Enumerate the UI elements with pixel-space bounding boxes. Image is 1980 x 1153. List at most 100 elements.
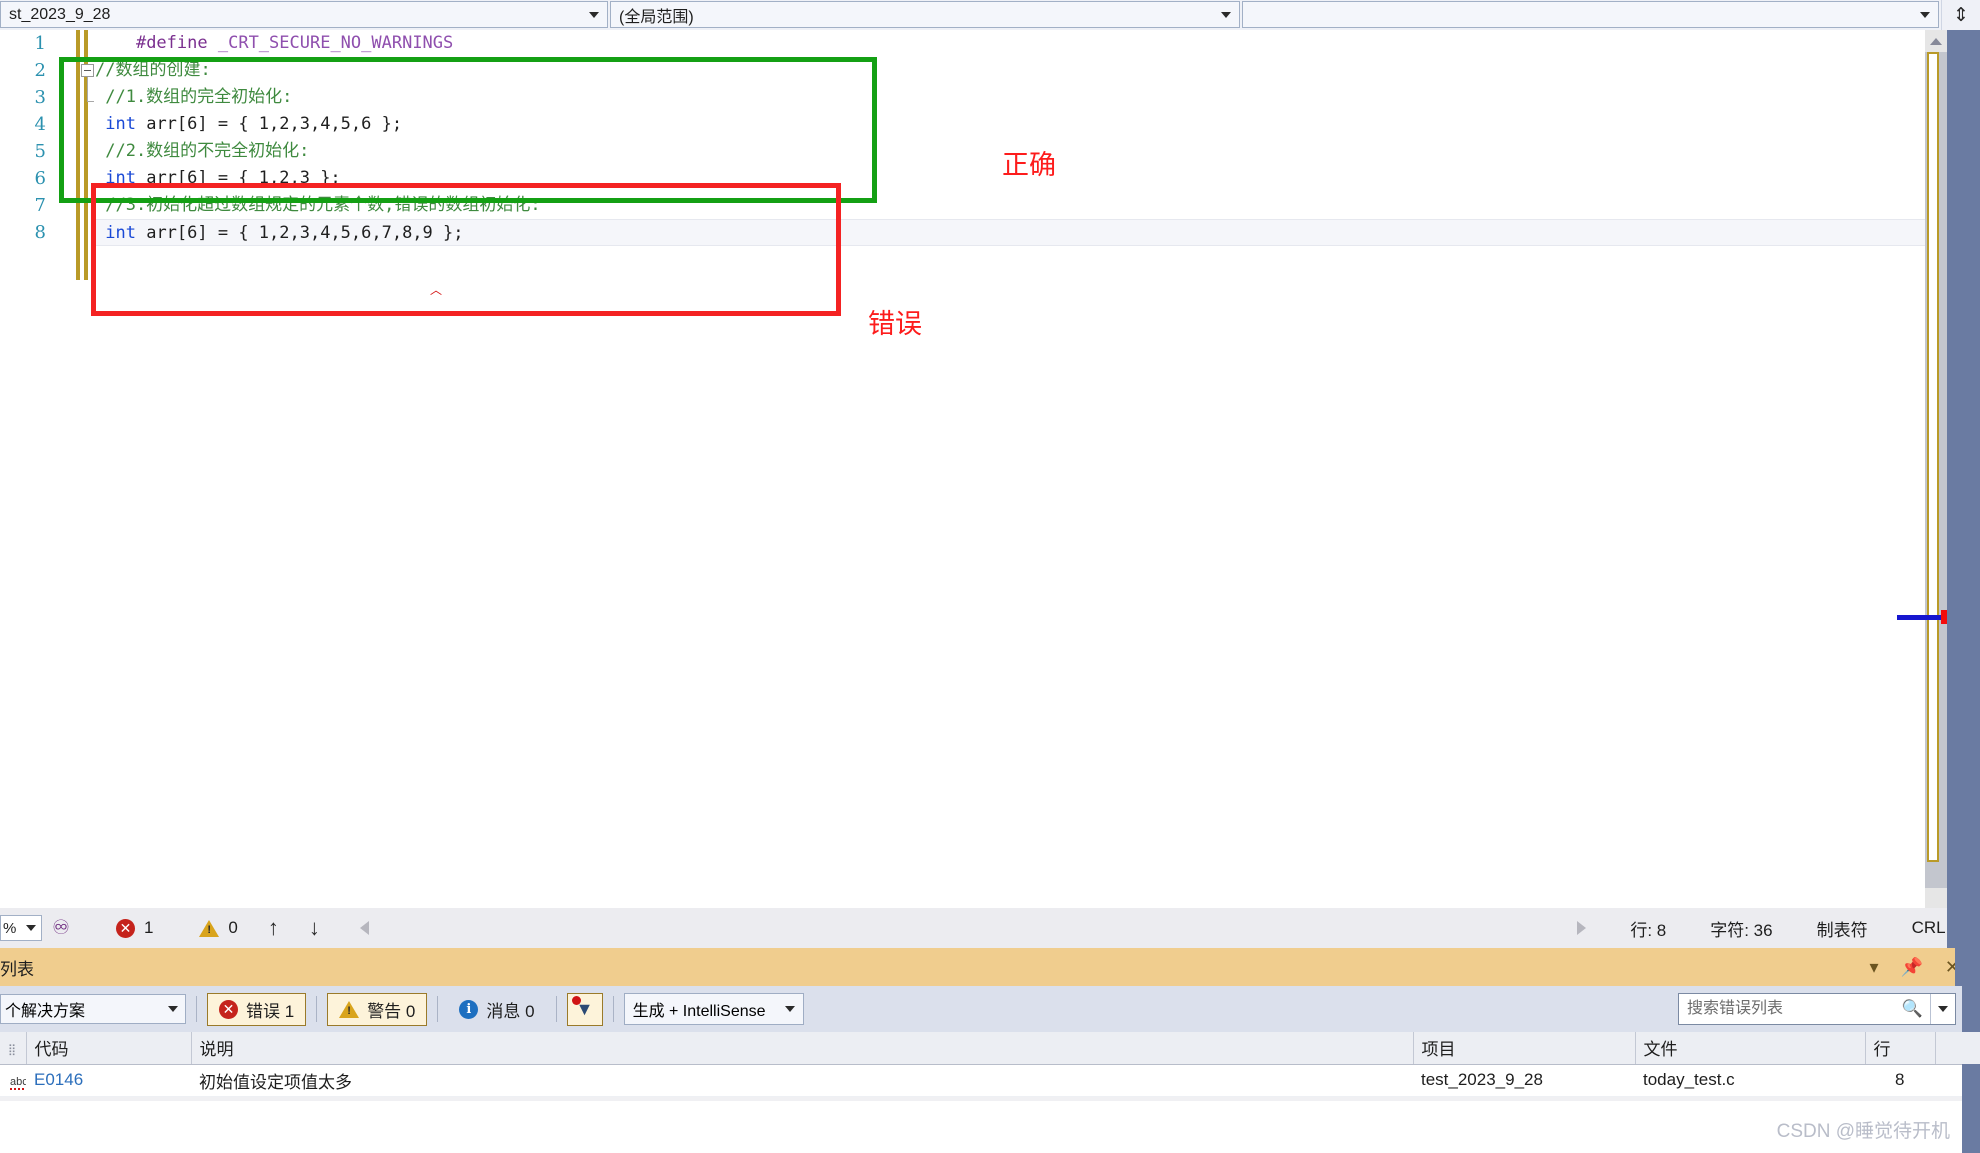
column-header-spacer [1935, 1032, 1980, 1065]
error-list-toolbar: 个解决方案 ✕ 错误 1 警告 0 i 消息 0 ▼ 生成 + IntelliS… [0, 986, 1980, 1032]
scroll-up-button[interactable] [1925, 30, 1947, 52]
line-number: 1 [34, 33, 46, 54]
status-scroll-right-icon[interactable] [1577, 921, 1587, 935]
info-circle-icon: i [459, 999, 479, 1019]
code-editor[interactable]: 1 2 3 4 5 6 7 8 #define _CRT_SECURE_NO_WARNINGS… [0, 30, 1980, 908]
caret-char-indicator: 字符: 36 [1710, 920, 1773, 940]
change-marker-bar [76, 30, 80, 280]
toolbar-separator [555, 996, 557, 1022]
column-grip-icon: ⣿ [8, 1043, 17, 1056]
annotation-label-error: 错误 [868, 309, 922, 340]
split-window-icon: ⇕ [1953, 4, 1969, 26]
status-error-count: 1 [143, 918, 154, 937]
code-token: arr[6] = { 1,2,3 }; [135, 168, 341, 188]
error-list-empty-area [0, 1101, 1980, 1153]
column-header-description[interactable]: 说明 [191, 1032, 1414, 1065]
scope-selector-combo[interactable]: (全局范围) [610, 1, 1240, 28]
chevron-down-icon [1221, 11, 1231, 18]
error-list-title: 列表 [0, 959, 34, 979]
error-circle-icon: ✕ [115, 918, 135, 938]
code-token: int [105, 168, 136, 188]
code-line[interactable]: //数组的创建: [95, 57, 1980, 84]
row-severity-icon-cell: abc [0, 1064, 26, 1097]
caret-line-indicator: 行: 8 [1630, 920, 1667, 940]
code-line[interactable]: //1.数组的完全初始化: [95, 84, 1980, 111]
search-icon[interactable]: 🔍 [1902, 999, 1923, 1019]
line-number: 4 [34, 114, 46, 135]
previous-issue-button[interactable]: ↑ [268, 917, 279, 939]
scope-filter-combo[interactable]: 个解决方案 [0, 994, 186, 1024]
code-token: arr[6] = { 1,2,3,4,5,6 }; [135, 114, 403, 134]
zoom-level-text: % [3, 919, 17, 937]
code-line[interactable]: #define _CRT_SECURE_NO_WARNINGS [95, 30, 1980, 57]
toolbar-right-strip [1962, 986, 1980, 1032]
toolbar-separator [437, 996, 439, 1022]
pin-icon[interactable]: 📌 [1900, 957, 1922, 978]
next-issue-button[interactable]: ↓ [309, 917, 320, 939]
search-error-list-box[interactable]: 🔍 [1678, 993, 1956, 1025]
status-warning-indicator[interactable]: 0 [199, 918, 238, 938]
errors-filter-button[interactable]: ✕ 错误 1 [207, 992, 307, 1026]
table-header-row: ⣿ 代码 说明 项目 文件 行 [0, 1032, 1980, 1065]
warnings-filter-button[interactable]: 警告 0 [327, 992, 428, 1026]
panel-dropdown-icon[interactable]: ▾ [1869, 957, 1878, 978]
editor-vertical-scrollbar[interactable] [1897, 30, 1955, 908]
line-number: 7 [34, 195, 46, 216]
annotation-label-correct: 正确 [1002, 150, 1056, 181]
row-project-cell: test_2023_9_28 [1413, 1064, 1635, 1097]
editor-navigation-bar: st_2023_9_28 (全局范围) ⇕ [0, 0, 1980, 30]
status-scroll-left-icon[interactable] [359, 921, 369, 935]
code-fold-toggle[interactable] [81, 64, 94, 77]
messages-filter-label: 消息 0 [486, 1001, 535, 1021]
filter-active-dot-icon [571, 995, 581, 1005]
warnings-filter-label: 警告 0 [367, 1001, 416, 1021]
error-list-title-bar[interactable]: 列表 ▾ 📌 ✕ [0, 948, 1980, 986]
error-circle-icon: ✕ [219, 999, 238, 1019]
panel-right-strip [1962, 1064, 1980, 1153]
panel-title-right-strip [1955, 948, 1980, 986]
project-selector-text: st_2023_9_28 [9, 5, 111, 23]
toolbar-separator [612, 996, 614, 1022]
chevron-down-icon [168, 1006, 178, 1012]
code-line[interactable]: //3.初始化超过数组规定的元素个数,错误的数组初始化: [95, 192, 1980, 219]
error-squiggle-icon: ︿ [430, 283, 442, 297]
row-code-cell[interactable]: E0146 [26, 1064, 191, 1097]
intellisense-icon[interactable]: ♾ [52, 918, 70, 938]
error-list-table: ⣿ 代码 说明 项目 文件 行 abc E0146 初始值设定项值太多 test_20… [0, 1032, 1980, 1097]
column-header-code[interactable]: 代码 [26, 1032, 192, 1065]
status-error-indicator[interactable]: ✕ 1 [115, 918, 154, 938]
project-selector-combo[interactable]: st_2023_9_28 [0, 1, 608, 28]
search-input[interactable] [1685, 999, 1907, 1019]
code-structure-guide [87, 77, 94, 102]
code-line[interactable]: int arr[6] = { 1,2,3,4,5,6 }; [95, 111, 1980, 138]
editor-status-bar: % ♾ ✕ 1 0 ↑ ↓ 行: 8 字符: 36 制表符 CRLF [0, 908, 1980, 948]
table-row[interactable]: abc E0146 初始值设定项值太多 test_2023_9_28 today_tes… [0, 1064, 1980, 1097]
code-line[interactable]: int arr[6] = { 1,2,3,4,5,6,7,8,9 }; [95, 219, 1965, 246]
column-header-line[interactable]: 行 [1865, 1032, 1936, 1065]
build-source-combo[interactable]: 生成 + IntelliSense [623, 993, 804, 1025]
zoom-level-combo[interactable]: % [0, 915, 42, 941]
build-source-text: 生成 + IntelliSense [632, 1003, 766, 1020]
abc-spellcheck-icon: abc [10, 1076, 26, 1090]
column-header-grip[interactable]: ⣿ [0, 1032, 27, 1065]
split-window-button[interactable]: ⇕ [1941, 0, 1980, 30]
column-header-project[interactable]: 项目 [1413, 1032, 1636, 1065]
code-token: //数组的创建: [95, 60, 211, 80]
function-selector-combo[interactable] [1242, 1, 1939, 28]
search-options-button[interactable] [1930, 994, 1955, 1024]
filter-button[interactable]: ▼ [566, 992, 603, 1026]
error-code-link[interactable]: E0146 [34, 1070, 83, 1089]
row-file-cell: today_test.c [1635, 1064, 1865, 1097]
status-bar-right-strip [1947, 908, 1980, 948]
messages-filter-button[interactable]: i 消息 0 [448, 993, 545, 1026]
code-token: //3.初始化超过数组规定的元素个数,错误的数组初始化: [95, 195, 541, 215]
status-warning-count: 0 [228, 918, 238, 937]
chevron-down-icon [1938, 1006, 1948, 1012]
column-header-file[interactable]: 文件 [1635, 1032, 1866, 1065]
line-number: 5 [34, 141, 46, 162]
